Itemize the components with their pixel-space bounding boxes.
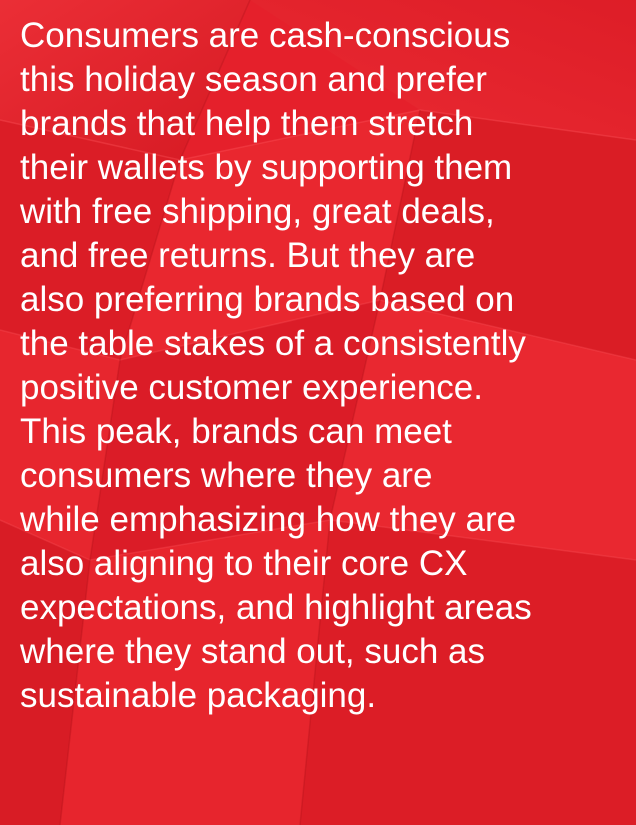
paragraph-line: consumers where they are bbox=[20, 456, 433, 495]
body-paragraph: Consumers are cash-conscious this holida… bbox=[20, 14, 630, 718]
paragraph-line: positive customer experience. bbox=[20, 368, 483, 407]
paragraph-line: the table stakes of a consistently bbox=[20, 324, 526, 363]
paragraph-line: also aligning to their core CX bbox=[20, 544, 468, 583]
paragraph-line: brands that help them stretch bbox=[20, 104, 474, 143]
paragraph-line: also preferring brands based on bbox=[20, 280, 515, 319]
paragraph-line: with free shipping, great deals, bbox=[20, 192, 495, 231]
paragraph-line: this holiday season and prefer bbox=[20, 60, 487, 99]
paragraph-line: while emphasizing how they are bbox=[20, 500, 517, 539]
text-block: Consumers are cash-conscious this holida… bbox=[20, 14, 630, 718]
paragraph-line: and free returns. But they are bbox=[20, 236, 476, 275]
paragraph-line: Consumers are cash-conscious bbox=[20, 16, 511, 55]
paragraph-line: sustainable packaging. bbox=[20, 676, 377, 715]
paragraph-line: where they stand out, such as bbox=[20, 632, 485, 671]
paragraph-line: expectations, and highlight areas bbox=[20, 588, 532, 627]
paragraph-line: This peak, brands can meet bbox=[20, 412, 452, 451]
paragraph-line: their wallets by supporting them bbox=[20, 148, 513, 187]
